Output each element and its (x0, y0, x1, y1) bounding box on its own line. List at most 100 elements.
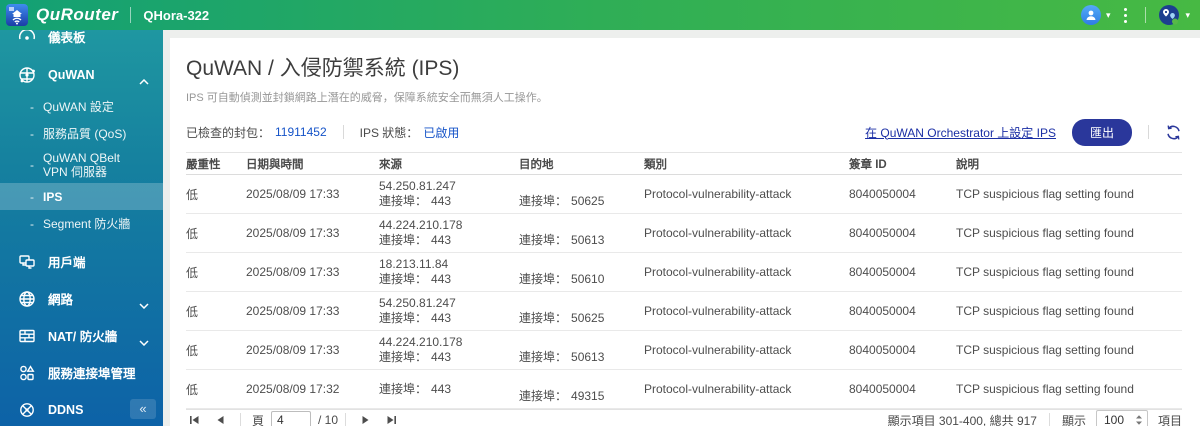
col-signature-id[interactable]: 簽章 ID (849, 156, 956, 172)
col-severity[interactable]: 嚴重性 (186, 156, 246, 172)
packets-value: 11911452 (275, 125, 327, 139)
chevron-up-icon (139, 72, 149, 90)
cell-datetime: 2025/08/09 17:33 (246, 265, 340, 279)
cell-datetime: 2025/08/09 17:33 (246, 226, 340, 240)
cell-signature-id: 8040050004 (849, 304, 916, 318)
table-row: 低 2025/08/09 17:33 18.213.11.84 連接埠： 443 … (186, 253, 1182, 292)
cell-datetime: 2025/08/09 17:33 (246, 187, 340, 201)
chevron-down-icon (139, 333, 149, 351)
cell-source: 44.224.210.178 連接埠： 443 (379, 214, 519, 252)
refresh-icon[interactable] (1165, 124, 1182, 141)
cell-description: TCP suspicious flag setting found (956, 343, 1134, 357)
cell-datetime: 2025/08/09 17:33 (246, 343, 340, 357)
cell-datetime: 2025/08/09 17:32 (246, 382, 340, 396)
cell-destination: 連接埠： 50625 (519, 194, 605, 208)
table-row: 低 2025/08/09 17:32 連接埠： 443 連接埠： 49315 Pro… (186, 370, 1182, 409)
cell-description: TCP suspicious flag setting found (956, 382, 1134, 396)
dashboard-gauge-icon (17, 30, 37, 46)
ddns-icon (17, 400, 37, 420)
col-source[interactable]: 來源 (379, 156, 519, 172)
orchestrator-icon[interactable] (1158, 4, 1180, 26)
cell-source: 54.250.81.247 連接埠： 443 (379, 175, 519, 213)
stats-row: 已檢查的封包： 11911452 IPS 狀態： 已啟用 在 QuWAN Orc… (186, 118, 1182, 146)
device-model: QHora-322 (143, 7, 210, 23)
items-range-info: 顯示項目 301-400, 總共 917 (887, 413, 1037, 426)
source-ip: 44.224.210.178 (379, 218, 463, 232)
col-description[interactable]: 說明 (956, 156, 1182, 172)
packets-label: 已檢查的封包： (186, 125, 271, 140)
ips-events-table: 嚴重性 日期與時間 來源 目的地 類別 簽章 ID 說明 低 2025/08/0… (186, 152, 1182, 409)
sidebar-collapse-button[interactable]: « (130, 399, 156, 419)
table-row: 低 2025/08/09 17:33 54.250.81.247 連接埠： 443… (186, 175, 1182, 214)
cell-source: 54.250.81.247 連接埠： 443 (379, 292, 519, 330)
source-ip: 18.213.11.84 (379, 257, 449, 271)
cell-datetime: 2025/08/09 17:33 (246, 304, 340, 318)
more-options-icon[interactable] (1118, 5, 1133, 26)
qurouter-logo-icon (6, 4, 28, 26)
chevron-down-icon (139, 296, 149, 314)
cell-destination: 連接埠： 50613 (519, 233, 605, 247)
main-area: QuWAN / 入侵防禦系統 (IPS) IPS 可自動偵測並封鎖網路上潛在的威… (163, 30, 1200, 426)
topbar-divider-2 (1145, 7, 1147, 23)
network-globe-icon (17, 289, 37, 309)
cell-category: Protocol-vulnerability-attack (644, 187, 792, 201)
first-page-icon[interactable] (186, 414, 207, 426)
page-size-select[interactable]: 100 (1095, 410, 1148, 426)
sidebar-item-quwan[interactable]: QuWAN (0, 56, 163, 93)
cell-destination: 連接埠： 50613 (519, 350, 605, 364)
previous-page-icon[interactable] (207, 414, 233, 426)
ips-status-label: IPS 狀態： (359, 125, 419, 140)
table-row: 低 2025/08/09 17:33 44.224.210.178 連接埠： 44… (186, 214, 1182, 253)
orchestrator-settings-link[interactable]: 在 QuWAN Orchestrator 上設定 IPS (865, 124, 1056, 141)
sidebar-item-qbelt-vpn[interactable]: - QuWAN QBelt VPN 伺服器 (0, 147, 163, 183)
col-destination[interactable]: 目的地 (519, 156, 644, 172)
cell-signature-id: 8040050004 (849, 382, 916, 396)
cell-severity: 低 (186, 187, 199, 202)
orchestrator-caret-icon[interactable]: ▾ (1185, 10, 1190, 21)
cell-signature-id: 8040050004 (849, 265, 916, 279)
sidebar-item-clients[interactable]: 用戶端 (0, 243, 163, 280)
sidebar-item-quwan-settings[interactable]: - QuWAN 設定 (0, 93, 163, 120)
table-row: 低 2025/08/09 17:33 54.250.81.247 連接埠： 443… (186, 292, 1182, 331)
sidebar-item-qos[interactable]: - 服務品質 (QoS) (0, 120, 163, 147)
cell-category: Protocol-vulnerability-attack (644, 304, 792, 318)
topbar-divider (130, 7, 132, 23)
cell-category: Protocol-vulnerability-attack (644, 343, 792, 357)
export-button[interactable]: 匯出 (1071, 118, 1132, 146)
sidebar-item-nat-firewall[interactable]: NAT/ 防火牆 (0, 317, 163, 354)
top-bar: QuRouter QHora-322 ▾ ▾ (0, 0, 1200, 30)
content-card: QuWAN / 入侵防禦系統 (IPS) IPS 可自動偵測並封鎖網路上潛在的威… (170, 38, 1200, 426)
sidebar-item-segment-firewall[interactable]: - Segment 防火牆 (0, 210, 163, 237)
col-category[interactable]: 類別 (644, 156, 849, 172)
user-avatar[interactable] (1080, 5, 1101, 25)
cell-severity: 低 (186, 265, 199, 280)
col-datetime[interactable]: 日期與時間 (246, 156, 379, 172)
cell-source: 44.224.210.178 連接埠： 443 (379, 331, 519, 369)
source-ip: 44.224.210.178 (379, 335, 463, 349)
cell-category: Protocol-vulnerability-attack (644, 265, 792, 279)
cell-description: TCP suspicious flag setting found (956, 226, 1134, 240)
service-ports-icon (17, 363, 37, 383)
cell-severity: 低 (186, 304, 199, 319)
pagination-bar: 頁 / 10 顯示項目 301-400, 總共 917 顯示 100 項目 (186, 409, 1182, 426)
sidebar-item-ips[interactable]: - IPS (0, 183, 163, 210)
cell-source: 連接埠： 443 (379, 381, 452, 396)
sidebar-item-service-ports[interactable]: 服務連接埠管理 (0, 354, 163, 391)
last-page-icon[interactable] (379, 414, 405, 426)
items-label: 項目 (1157, 413, 1182, 426)
cell-destination: 連接埠： 50610 (519, 272, 605, 286)
cell-description: TCP suspicious flag setting found (956, 187, 1134, 201)
page-title: QuWAN / 入侵防禦系統 (IPS) (186, 57, 460, 80)
page-subtitle: IPS 可自動偵測並封鎖網路上潛在的威脅，保障系統安全而無須人工操作。 (186, 92, 548, 104)
next-page-icon[interactable] (353, 414, 379, 426)
show-label: 顯示 (1061, 413, 1086, 426)
page-number-input[interactable] (271, 410, 312, 426)
sidebar-item-dashboard[interactable]: 儀表板 (0, 30, 163, 56)
sidebar-item-network[interactable]: 網路 (0, 280, 163, 317)
cell-severity: 低 (186, 343, 199, 358)
cell-description: TCP suspicious flag setting found (956, 304, 1134, 318)
quwan-globe-icon (17, 65, 37, 85)
cell-source: 18.213.11.84 連接埠： 443 (379, 253, 519, 291)
cell-signature-id: 8040050004 (849, 187, 916, 201)
user-menu-caret-icon[interactable]: ▾ (1106, 10, 1111, 21)
